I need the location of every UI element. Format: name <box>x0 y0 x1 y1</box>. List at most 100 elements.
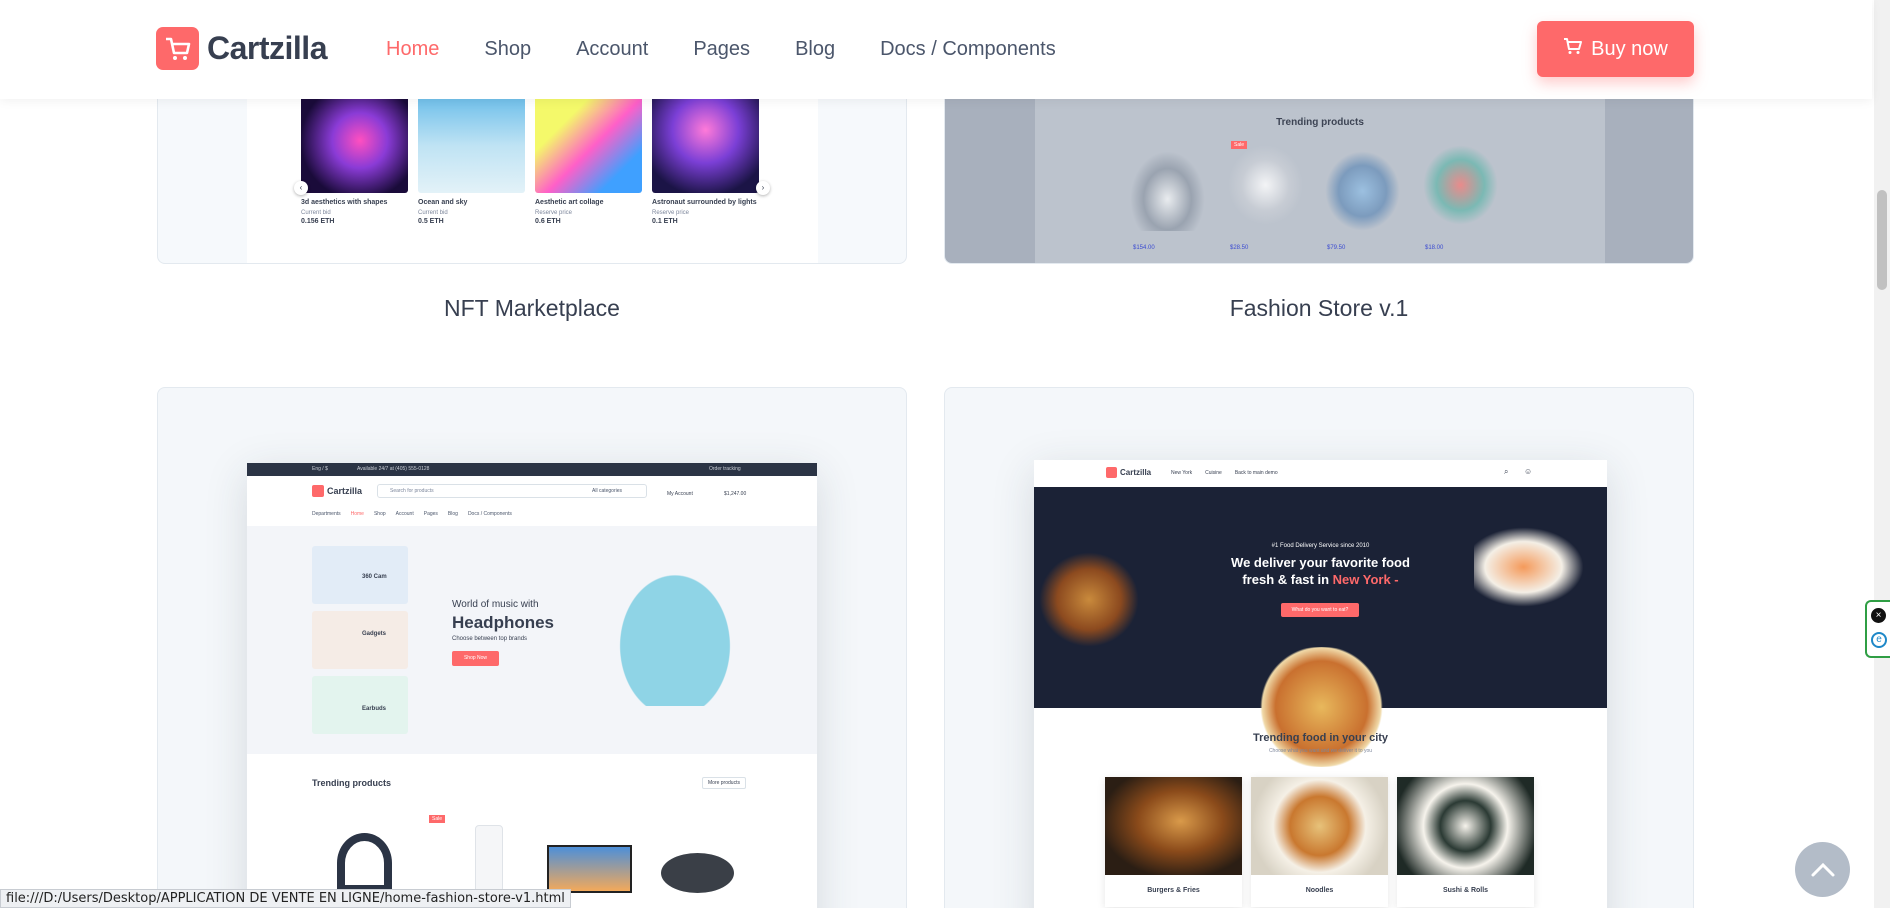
promo-label: 360 Cam <box>362 574 387 580</box>
promo-card[interactable]: Earbuds <box>312 676 408 734</box>
more-products-button[interactable]: More products <box>702 777 746 789</box>
cart-logo-icon <box>156 27 199 70</box>
page-scrollbar[interactable] <box>1874 0 1890 908</box>
nft-name: Aesthetic art collage <box>535 199 604 206</box>
buy-now-label: Buy now <box>1591 37 1668 60</box>
carousel-next-icon[interactable]: › <box>756 181 770 195</box>
departments-menu[interactable]: Departments <box>312 511 341 517</box>
nav-home[interactable]: Home <box>351 511 364 517</box>
food-card[interactable]: Burgers & Fries <box>1105 777 1242 907</box>
nav-shop[interactable]: Shop <box>484 38 531 61</box>
food-image <box>1251 777 1388 875</box>
demo-title-fashion[interactable]: Fashion Store v.1 <box>944 295 1694 322</box>
cart-total[interactable]: $1,247.00 <box>724 491 746 497</box>
city-select[interactable]: New York <box>1171 470 1192 476</box>
demo-card-food[interactable]: Cartzilla New York Cuisine Back to main … <box>944 387 1694 908</box>
chevron-up-icon <box>1811 862 1834 876</box>
account-link[interactable]: My Account <box>667 491 693 497</box>
hero-headline: We deliver your favorite food <box>1231 555 1410 570</box>
electronics-logo: Cartzilla <box>312 485 362 497</box>
food-image <box>1105 777 1242 875</box>
nav-docs-components[interactable]: Docs / Components <box>880 38 1056 61</box>
food-image <box>1397 777 1534 875</box>
close-icon[interactable]: × <box>1871 608 1886 623</box>
food-name: Burgers & Fries <box>1147 887 1200 894</box>
nft-price-label: Reserve price <box>652 210 690 216</box>
food-logo: Cartzilla <box>1106 467 1151 478</box>
food-hero: #1 Food Delivery Service since 2010 We d… <box>1034 487 1607 767</box>
support-phone: Available 24/7 at (405) 555-0128 <box>357 466 430 472</box>
nav-back-to-demo[interactable]: Back to main demo <box>1235 470 1278 476</box>
nav-account[interactable]: Account <box>576 38 648 61</box>
hero-subtitle: Choose between top brands <box>452 636 528 642</box>
brand-name: Cartzilla <box>1120 468 1152 477</box>
nav-shop[interactable]: Shop <box>374 511 386 517</box>
demo-card-electronics[interactable]: Eng / $ Available 24/7 at (405) 555-0128… <box>157 387 907 908</box>
product-price: $18.00 <box>1425 245 1444 251</box>
search-input[interactable]: Search for products All categories <box>377 484 647 498</box>
nft-name: 3d aesthetics with shapes <box>301 199 388 206</box>
nft-image <box>301 88 408 193</box>
nav-pages[interactable]: Pages <box>424 511 438 517</box>
hero-person-image <box>605 556 745 706</box>
nav-blog[interactable]: Blog <box>795 38 835 61</box>
product-price: $79.50 <box>1327 245 1346 251</box>
nft-price: 0.156 ETH <box>301 218 335 225</box>
browser-status-url: file:///D:/Users/Desktop/APPLICATION DE … <box>0 889 571 908</box>
nav-cuisine[interactable]: Cuisine <box>1205 470 1222 476</box>
nav-docs[interactable]: Docs / Components <box>468 511 512 517</box>
food-section-subtitle: Choose what you want and we deliver it t… <box>1268 748 1373 754</box>
nft-item: Aesthetic art collage Reserve price 0.6 … <box>535 88 642 225</box>
hero-city: New York - <box>1332 572 1399 587</box>
nav-pages[interactable]: Pages <box>693 38 750 61</box>
product-shorts <box>1325 151 1400 231</box>
hero-cta-button[interactable]: What do you want to eat? <box>1281 603 1359 617</box>
nft-price: 0.5 ETH <box>418 218 444 225</box>
order-tracking: Order tracking <box>709 466 741 472</box>
logo[interactable]: Cartzilla <box>156 27 327 70</box>
nft-item: 3d aesthetics with shapes Current bid 0.… <box>301 88 408 225</box>
nft-price-label: Current bid <box>301 210 331 216</box>
hero-headline-2: fresh & fast in <box>1242 572 1330 587</box>
nft-name: Ocean and sky <box>418 199 468 206</box>
cart-icon <box>1563 37 1583 61</box>
categories-select[interactable]: All categories <box>592 488 622 494</box>
search-icon[interactable]: ⌕ <box>1504 467 1508 477</box>
extension-e-icon[interactable]: e <box>1871 632 1887 648</box>
sale-badge: Sale <box>1231 141 1248 149</box>
brand-name: Cartzilla <box>207 30 327 66</box>
food-nav: New York Cuisine Back to main demo <box>1171 470 1278 476</box>
cart-logo-icon <box>1106 467 1117 478</box>
extension-widget[interactable]: × e <box>1865 600 1890 658</box>
food-section-title: Trending food in your city <box>1252 732 1389 744</box>
demo-card-nft[interactable]: 3d aesthetics with shapes Current bid 0.… <box>157 84 907 264</box>
hero-shop-button[interactable]: Shop Now <box>452 651 499 666</box>
nav-account[interactable]: Account <box>396 511 414 517</box>
nft-price: 0.6 ETH <box>535 218 561 225</box>
product-router <box>475 825 503 895</box>
food-card[interactable]: Noodles <box>1251 777 1388 907</box>
promo-card[interactable]: Gadgets <box>312 611 408 669</box>
food-preview: Cartzilla New York Cuisine Back to main … <box>1034 460 1607 908</box>
nav-blog[interactable]: Blog <box>448 511 458 517</box>
brand-name: Cartzilla <box>327 486 363 496</box>
product-price: $28.50 <box>1230 245 1249 251</box>
user-icon[interactable]: ☺ <box>1524 467 1532 476</box>
food-card[interactable]: Sushi & Rolls <box>1397 777 1534 907</box>
product-price: $154.00 <box>1133 245 1155 251</box>
food-name: Sushi & Rolls <box>1442 887 1489 894</box>
nav-home[interactable]: Home <box>386 38 439 61</box>
nft-image <box>535 88 642 193</box>
back-to-top-button[interactable] <box>1795 842 1850 897</box>
promo-card[interactable]: 360 Cam <box>312 546 408 604</box>
demo-title-nft[interactable]: NFT Marketplace <box>157 295 907 322</box>
nft-price-label: Reserve price <box>535 210 573 216</box>
carousel-prev-icon[interactable]: ‹ <box>294 181 308 195</box>
product-sneaker <box>1130 151 1205 231</box>
nft-image <box>652 88 759 193</box>
product-headphones <box>337 833 392 893</box>
nft-item: Astronaut surrounded by lights Reserve p… <box>652 88 759 225</box>
buy-now-button[interactable]: Buy now <box>1537 21 1694 77</box>
scrollbar-thumb[interactable] <box>1877 190 1887 290</box>
demo-card-fashion[interactable]: Trending products Sale $154.00 $28.50 $7… <box>944 84 1694 264</box>
